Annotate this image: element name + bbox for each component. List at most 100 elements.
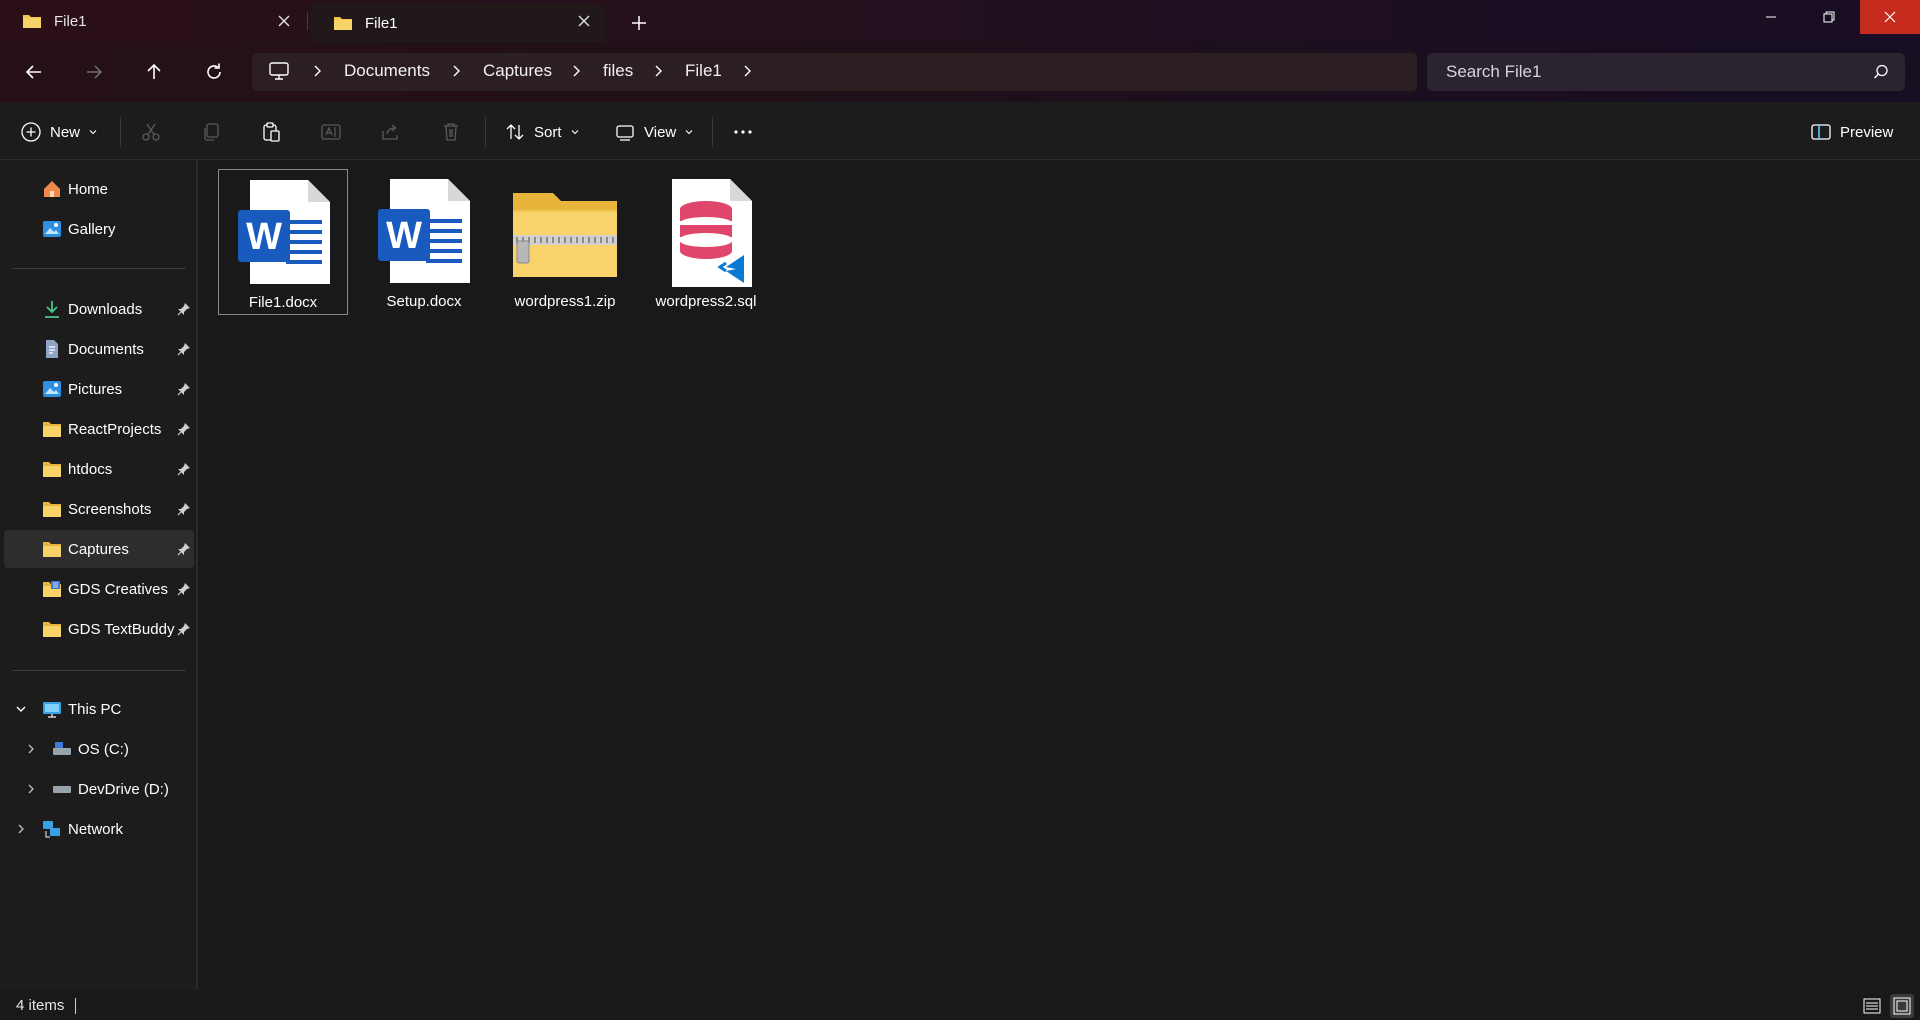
zip-folder-icon (509, 175, 621, 287)
sidebar-item-label: OS (C:) (78, 740, 129, 758)
search-icon[interactable] (1872, 63, 1890, 81)
view-button[interactable]: View (614, 120, 694, 144)
this-pc-icon[interactable] (268, 61, 290, 81)
svg-text:W: W (246, 216, 282, 258)
folder-icon (42, 500, 62, 520)
new-button[interactable]: New (20, 120, 98, 144)
delete-button[interactable] (440, 120, 462, 144)
minimize-button[interactable] (1742, 0, 1800, 34)
pin-icon[interactable] (177, 542, 191, 556)
pin-icon[interactable] (177, 422, 191, 436)
view-label: View (644, 123, 677, 141)
chevron-right-icon[interactable] (15, 823, 27, 835)
chevron-right-icon[interactable] (25, 783, 37, 795)
sidebar-item-os-c[interactable]: OS (C:) (4, 730, 194, 768)
sidebar-item-label: GDS Creatives (68, 580, 169, 598)
chevron-right-icon[interactable] (570, 64, 582, 78)
large-icons-view-icon[interactable] (1890, 994, 1914, 1018)
chevron-down-icon[interactable] (15, 703, 27, 715)
restore-button[interactable] (1800, 0, 1858, 34)
close-tab-icon[interactable] (575, 12, 593, 30)
pin-icon[interactable] (177, 502, 191, 516)
more-options-button[interactable] (732, 120, 754, 144)
folder-icon (42, 620, 62, 640)
breadcrumb-captures[interactable]: Captures (483, 61, 552, 81)
item-count: 4 items (16, 997, 65, 1014)
new-label: New (50, 123, 81, 141)
pictures-icon (42, 379, 62, 399)
sidebar-item-reactprojects[interactable]: ReactProjects (4, 410, 194, 448)
breadcrumb-documents[interactable]: Documents (344, 61, 430, 81)
folder-icon (42, 540, 62, 560)
paste-button[interactable] (260, 120, 282, 144)
sidebar-item-pictures[interactable]: Pictures (4, 370, 194, 408)
breadcrumb-file1[interactable]: File1 (685, 61, 722, 81)
chevron-right-icon[interactable] (25, 743, 37, 755)
gallery-icon (42, 219, 62, 239)
sidebar-item-documents[interactable]: Documents (4, 330, 194, 368)
pin-icon[interactable] (177, 582, 191, 596)
sidebar-item-label: Network (68, 820, 124, 838)
sort-label: Sort (534, 123, 562, 141)
breadcrumb-files[interactable]: files (603, 61, 633, 81)
chevron-right-icon[interactable] (450, 64, 462, 78)
sidebar-item-home[interactable]: Home (4, 170, 194, 208)
share-button[interactable] (380, 120, 402, 144)
chevron-down-icon (88, 127, 98, 137)
file-name: wordpress2.sql (655, 293, 757, 310)
tab-file1-inactive[interactable]: File1 (0, 0, 305, 42)
file-name: Setup.docx (386, 293, 462, 310)
toolbar-divider (120, 117, 121, 147)
copy-button[interactable] (200, 120, 222, 144)
tab-label: File1 (365, 14, 398, 32)
pin-icon[interactable] (177, 382, 191, 396)
preview-button[interactable]: Preview (1810, 120, 1893, 144)
plus-circle-icon (20, 121, 42, 143)
file-item-file1-docx[interactable]: W File1.docx (218, 169, 348, 315)
back-icon[interactable] (22, 60, 46, 84)
word-document-icon: W (368, 175, 480, 287)
file-name: File1.docx (248, 294, 318, 311)
chevron-right-icon[interactable] (652, 64, 664, 78)
chevron-right-icon[interactable] (311, 64, 323, 78)
sidebar-item-devdrive-d[interactable]: DevDrive (D:) (4, 770, 194, 808)
sidebar-item-captures[interactable]: Captures (4, 530, 194, 568)
delete-icon (440, 121, 462, 143)
refresh-icon[interactable] (202, 60, 226, 84)
more-icon (732, 121, 754, 143)
up-icon[interactable] (142, 60, 166, 84)
sidebar-item-gds-creatives[interactable]: GDS Creatives (4, 570, 194, 608)
new-tab-icon[interactable] (628, 12, 650, 34)
status-bar (0, 990, 1920, 1020)
sidebar-item-downloads[interactable]: Downloads (4, 290, 194, 328)
sidebar-item-this-pc[interactable]: This PC (4, 690, 194, 728)
cut-button[interactable] (140, 120, 162, 144)
sidebar-item-gds-textbuddy[interactable]: GDS TextBuddy (4, 610, 194, 648)
file-item-setup-docx[interactable]: W Setup.docx (359, 169, 489, 315)
sidebar-item-htdocs[interactable]: htdocs (4, 450, 194, 488)
toolbar-divider (712, 117, 713, 147)
pin-icon[interactable] (177, 462, 191, 476)
sidebar-item-label: Downloads (68, 300, 143, 318)
forward-icon[interactable] (82, 60, 106, 84)
cut-icon (140, 121, 162, 143)
sidebar-item-label: ReactProjects (68, 420, 162, 438)
close-window-button[interactable] (1860, 0, 1920, 34)
chevron-right-icon[interactable] (741, 64, 753, 78)
sort-button[interactable]: Sort (504, 120, 580, 144)
sidebar-item-label: GDS TextBuddy (68, 620, 175, 638)
pin-icon[interactable] (177, 302, 191, 316)
sidebar-item-gallery[interactable]: Gallery (4, 210, 194, 248)
file-item-wordpress2-sql[interactable]: wordpress2.sql (641, 169, 771, 315)
sidebar-item-network[interactable]: Network (4, 810, 194, 848)
details-view-icon[interactable] (1860, 994, 1884, 1018)
file-item-wordpress1-zip[interactable]: wordpress1.zip (500, 169, 630, 315)
sidebar-item-screenshots[interactable]: Screenshots (4, 490, 194, 528)
rename-button[interactable] (320, 120, 342, 144)
close-tab-icon[interactable] (275, 12, 293, 30)
tab-file1-active[interactable]: File1 (311, 4, 605, 42)
pin-icon[interactable] (177, 342, 191, 356)
pin-icon[interactable] (177, 622, 191, 636)
drive-c-icon (52, 739, 72, 759)
sidebar-item-label: Home (68, 180, 109, 198)
